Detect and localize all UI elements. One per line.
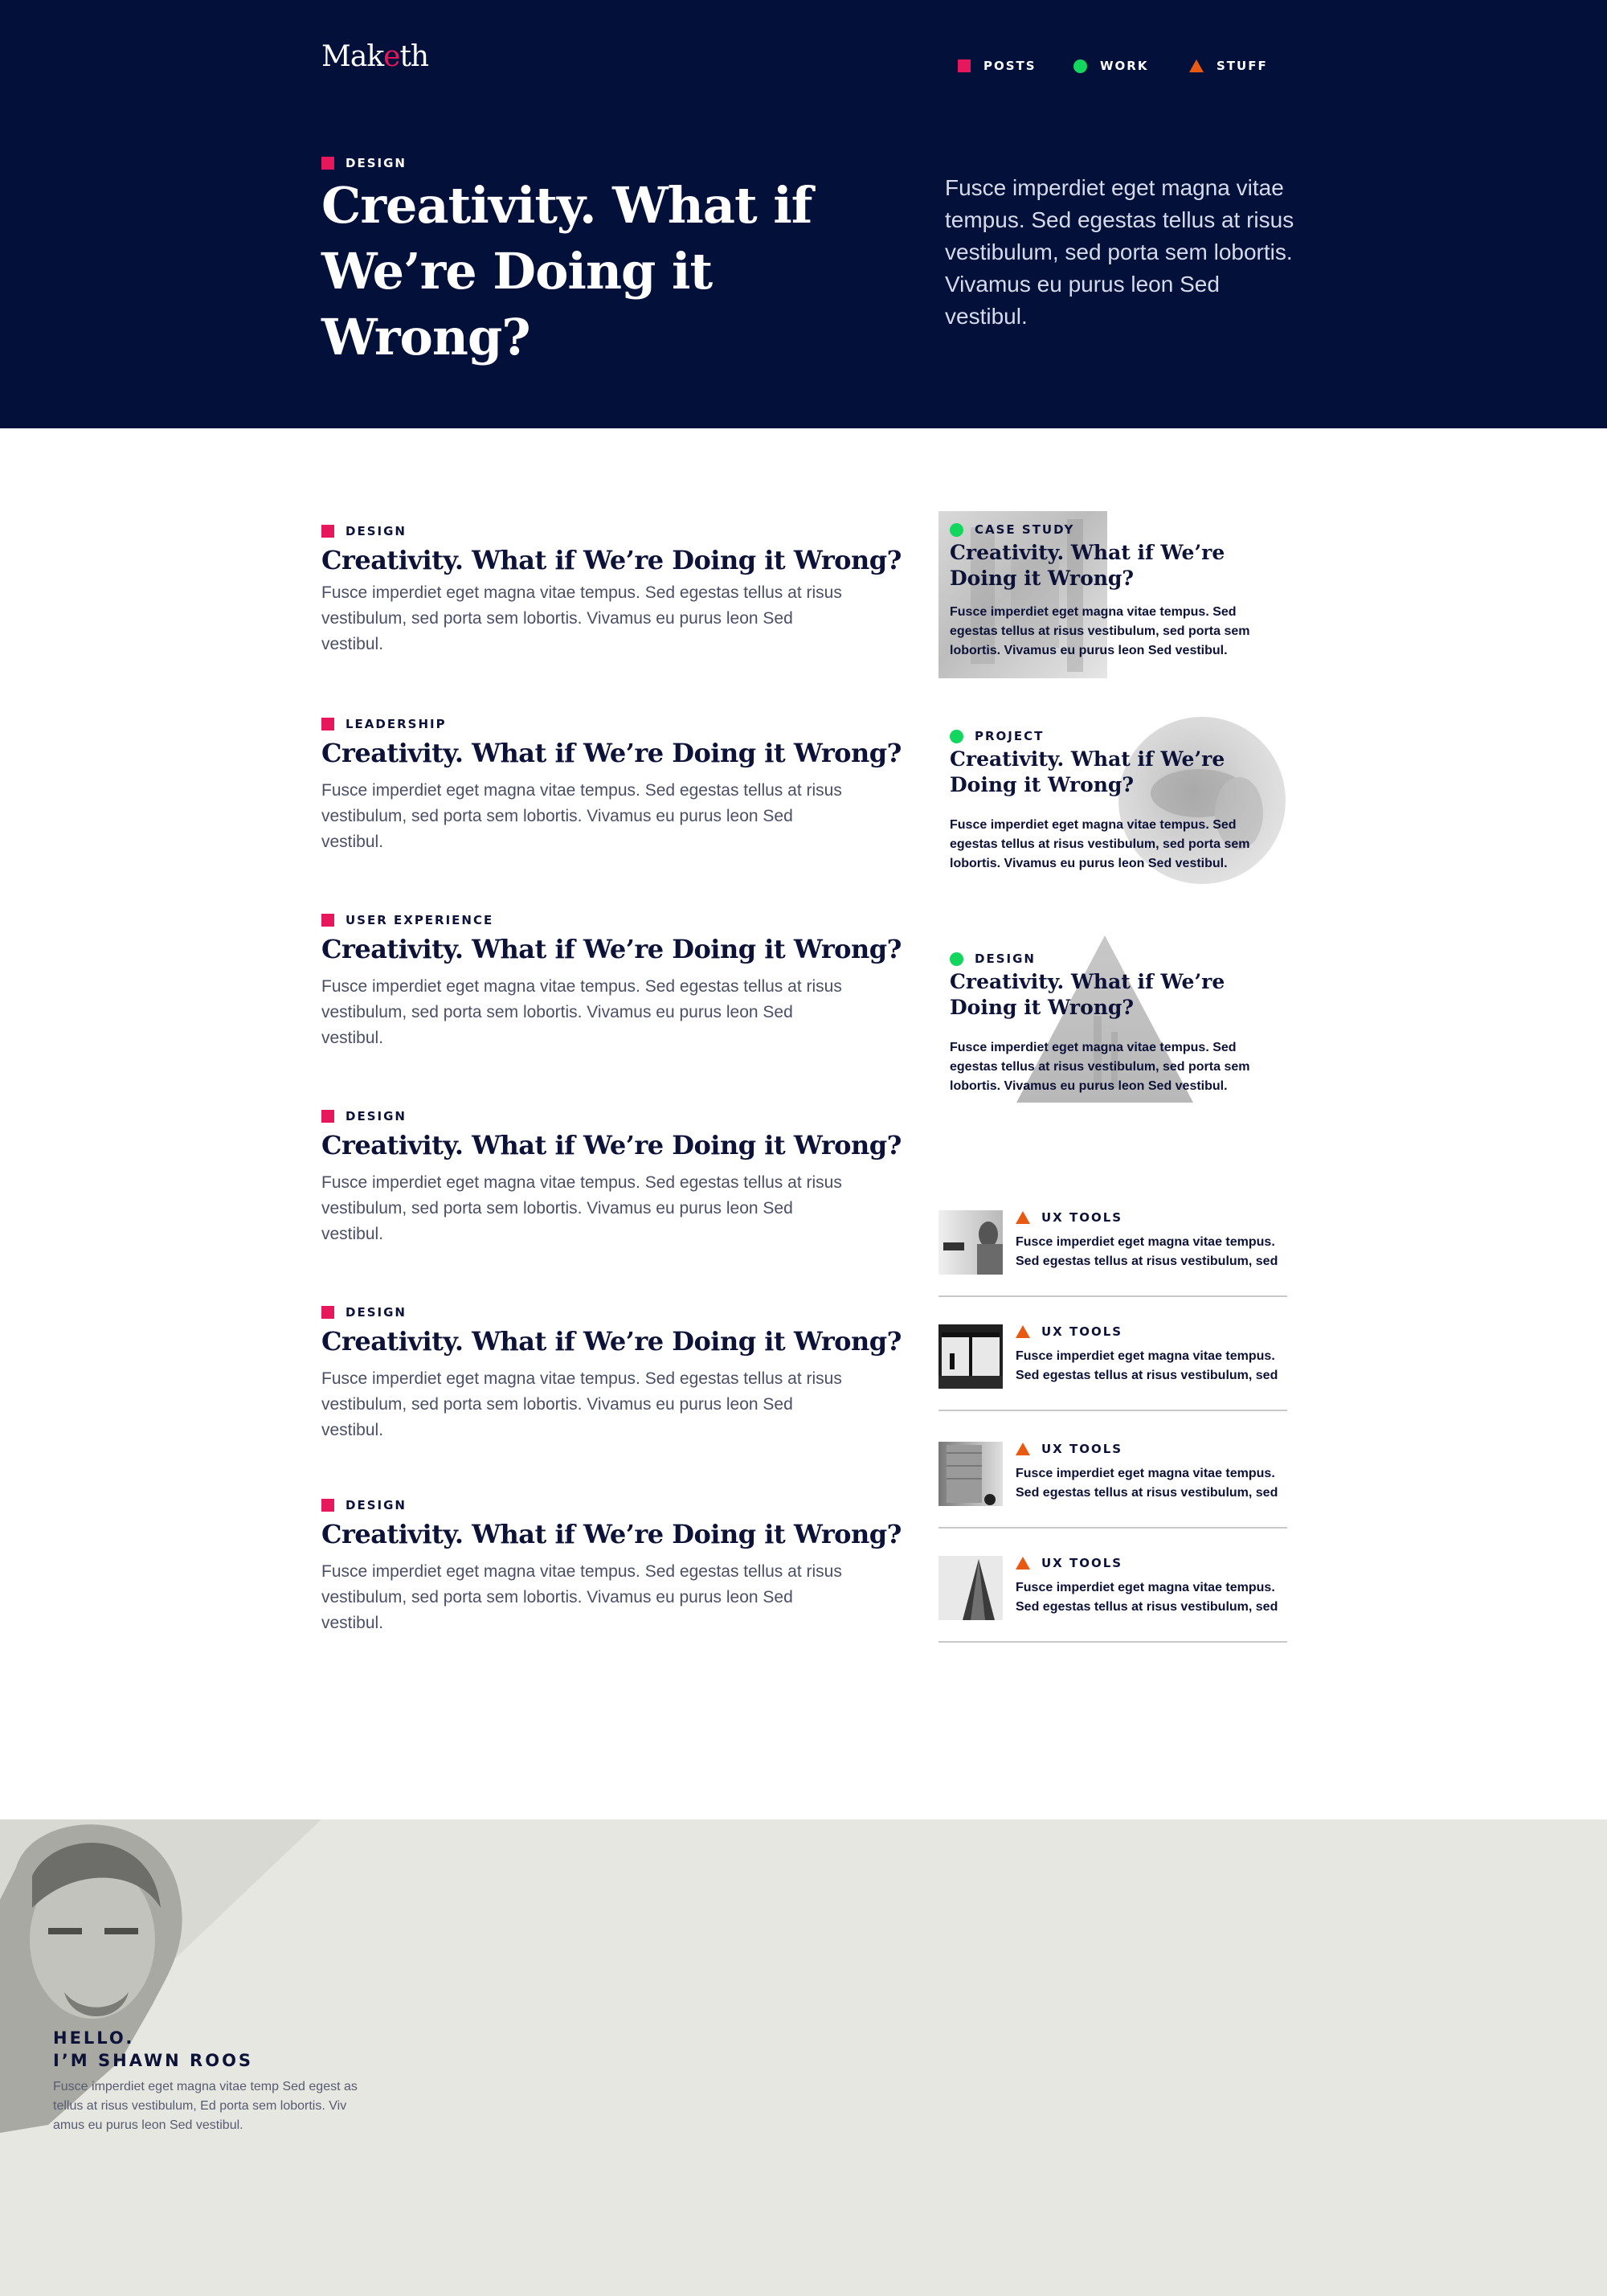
- post-excerpt: Fusce imperdiet eget magna vitae tempus.…: [321, 1173, 842, 1243]
- triangle-icon: [1016, 1211, 1030, 1224]
- triangle-icon: [1016, 1443, 1030, 1455]
- circle-icon: [1073, 59, 1087, 73]
- square-icon: [321, 157, 334, 170]
- nav-label: POSTS: [983, 59, 1037, 73]
- list-item-text: Fusce imperdiet eget magna vitae tempus.…: [1016, 1467, 1278, 1500]
- square-icon: [321, 1499, 334, 1512]
- post-title[interactable]: Creativity. What if We’re Doing it Wrong…: [321, 1128, 902, 1162]
- category-label: DESIGN: [346, 524, 407, 538]
- thumbnail-image: [938, 1210, 1003, 1275]
- square-icon: [321, 718, 334, 731]
- card-excerpt: Fusce imperdiet eget magna vitae tempus.…: [950, 818, 1250, 870]
- circle-icon: [950, 952, 963, 966]
- hero-title-line: Creativity. What if: [321, 176, 812, 235]
- hero-category[interactable]: DESIGN: [321, 156, 407, 170]
- hero-title-line: We’re Doing it Wrong?: [321, 242, 713, 366]
- post-title[interactable]: Creativity. What if We’re Doing it Wrong…: [321, 543, 902, 577]
- nav-label: STUFF: [1216, 59, 1268, 73]
- circle-icon: [950, 729, 963, 743]
- category-label: DESIGN: [346, 156, 407, 170]
- card-title[interactable]: Creativity. What if We’re Doing it Wrong…: [950, 969, 1271, 1021]
- post-item[interactable]: USER EXPERIENCE Creativity. What if We’r…: [321, 913, 902, 1051]
- post-item[interactable]: DESIGN Creativity. What if We’re Doing i…: [321, 1109, 902, 1247]
- category-label: USER EXPERIENCE: [346, 913, 494, 927]
- hero-title[interactable]: Creativity. What if We’re Doing it Wrong…: [321, 173, 900, 370]
- post-excerpt: Fusce imperdiet eget magna vitae tempus.…: [321, 583, 842, 653]
- feature-card[interactable]: PROJECT Creativity. What if We’re Doing …: [938, 729, 1292, 874]
- post-item[interactable]: DESIGN Creativity. What if We’re Doing i…: [321, 1498, 902, 1636]
- site-logo[interactable]: Maketh: [321, 40, 429, 73]
- nav-item-work[interactable]: WORK: [1073, 56, 1148, 76]
- category-label: LEADERSHIP: [346, 717, 447, 731]
- nav-label: WORK: [1100, 59, 1149, 73]
- post-item[interactable]: LEADERSHIP Creativity. What if We’re Doi…: [321, 717, 902, 855]
- post-title[interactable]: Creativity. What if We’re Doing it Wrong…: [321, 932, 902, 966]
- nav-item-stuff[interactable]: STUFF: [1189, 56, 1268, 76]
- post-title[interactable]: Creativity. What if We’re Doing it Wrong…: [321, 1324, 902, 1358]
- card-excerpt: Fusce imperdiet eget magna vitae tempus.…: [950, 605, 1250, 657]
- post-item[interactable]: DESIGN Creativity. What if We’re Doing i…: [321, 524, 902, 657]
- list-item-text: Fusce imperdiet eget magna vitae tempus.…: [1016, 1581, 1278, 1614]
- hero-lead-text: Fusce imperdiet eget magna vitae tempus.…: [945, 175, 1294, 329]
- category-label: UX TOOLS: [1041, 1324, 1123, 1339]
- triangle-icon: [1189, 59, 1204, 72]
- nav-item-posts[interactable]: POSTS: [958, 56, 1037, 76]
- thumbnail-image: [938, 1324, 1003, 1389]
- category-label: CASE STUDY: [975, 522, 1075, 537]
- category-label: DESIGN: [346, 1305, 407, 1320]
- card-title[interactable]: Creativity. What if We’re Doing it Wrong…: [950, 540, 1271, 591]
- card-title[interactable]: Creativity. What if We’re Doing it Wrong…: [950, 747, 1271, 798]
- post-excerpt: Fusce imperdiet eget magna vitae tempus.…: [321, 977, 842, 1047]
- list-item-text: Fusce imperdiet eget magna vitae tempus.…: [1016, 1349, 1278, 1382]
- greeting-line: I’M SHAWN ROOS: [53, 2051, 254, 2070]
- square-icon: [321, 1306, 334, 1319]
- thumbnail-image: [938, 1556, 1003, 1620]
- greeting-line: HELLO.: [53, 2028, 135, 2048]
- feature-card[interactable]: CASE STUDY Creativity. What if We’re Doi…: [938, 522, 1292, 661]
- list-item[interactable]: UX TOOLS Fusce imperdiet eget magna vita…: [938, 1204, 1287, 1297]
- category-label: PROJECT: [975, 729, 1045, 743]
- post-excerpt: Fusce imperdiet eget magna vitae tempus.…: [321, 781, 842, 851]
- square-icon: [321, 1110, 334, 1123]
- square-icon: [321, 525, 334, 538]
- circle-icon: [950, 522, 963, 537]
- category-label: DESIGN: [346, 1109, 407, 1123]
- author-greeting: HELLO. I’M SHAWN ROOS: [53, 2027, 253, 2072]
- triangle-icon: [1016, 1325, 1030, 1338]
- post-title[interactable]: Creativity. What if We’re Doing it Wrong…: [321, 736, 902, 770]
- square-icon: [321, 914, 334, 927]
- post-item[interactable]: DESIGN Creativity. What if We’re Doing i…: [321, 1305, 902, 1443]
- author-bio: Fusce imperdiet eget magna vitae temp Se…: [53, 2080, 358, 2132]
- list-item-text: Fusce imperdiet eget magna vitae tempus.…: [1016, 1235, 1278, 1268]
- category-label: UX TOOLS: [1041, 1210, 1123, 1225]
- list-item[interactable]: UX TOOLS Fusce imperdiet eget magna vita…: [938, 1435, 1287, 1529]
- category-label: UX TOOLS: [1041, 1556, 1123, 1570]
- card-excerpt: Fusce imperdiet eget magna vitae tempus.…: [950, 1041, 1250, 1093]
- thumbnail-image: [938, 1442, 1003, 1506]
- category-label: DESIGN: [975, 952, 1036, 966]
- feature-card[interactable]: DESIGN Creativity. What if We’re Doing i…: [938, 952, 1292, 1096]
- post-excerpt: Fusce imperdiet eget magna vitae tempus.…: [321, 1369, 842, 1439]
- category-label: UX TOOLS: [1041, 1442, 1123, 1456]
- list-item[interactable]: UX TOOLS Fusce imperdiet eget magna vita…: [938, 1549, 1287, 1643]
- category-label: DESIGN: [346, 1498, 407, 1512]
- square-icon: [958, 59, 971, 72]
- post-title[interactable]: Creativity. What if We’re Doing it Wrong…: [321, 1517, 902, 1551]
- list-item[interactable]: UX TOOLS Fusce imperdiet eget magna vita…: [938, 1318, 1287, 1411]
- triangle-icon: [1016, 1557, 1030, 1570]
- post-excerpt: Fusce imperdiet eget magna vitae tempus.…: [321, 1562, 842, 1632]
